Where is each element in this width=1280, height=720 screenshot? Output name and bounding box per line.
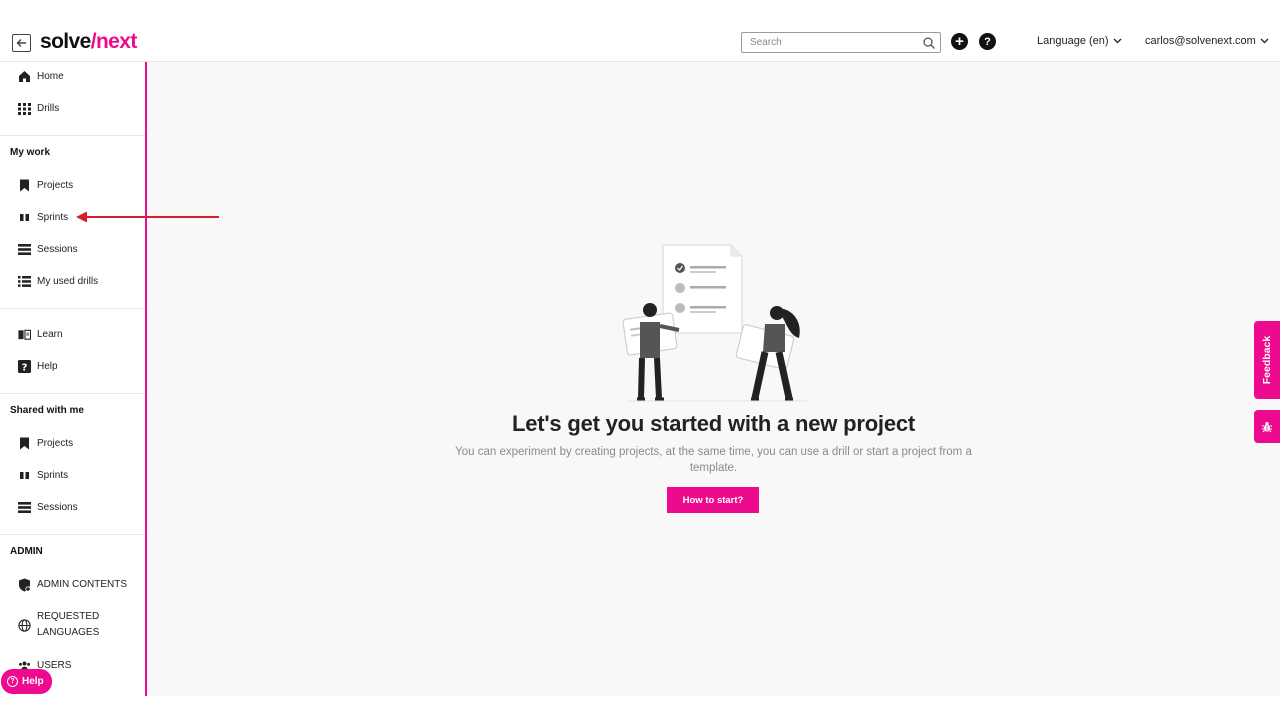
annotation-arrow xyxy=(76,211,219,223)
sidebar-item-admin-contents[interactable]: ADMIN CONTENTS xyxy=(18,578,127,592)
empty-state-subtitle: You can experiment by creating projects,… xyxy=(455,446,972,474)
how-to-start-button[interactable]: How to start? xyxy=(667,487,759,513)
sidebar-item-label: Sprints xyxy=(37,212,69,223)
sidebar-item-label: Drills xyxy=(37,103,60,114)
empty-state-illustration xyxy=(622,244,807,402)
sidebar-item-my-sprints[interactable]: Sprints xyxy=(18,211,68,224)
list-icon xyxy=(18,501,31,514)
divider xyxy=(0,308,145,309)
divider xyxy=(0,135,145,136)
sidebar-item-label: Help xyxy=(37,361,58,372)
sidebar-item-requested-languages[interactable]: REQUESTED LANGUAGES xyxy=(18,609,99,641)
bookmark-icon xyxy=(18,437,31,450)
search-input[interactable] xyxy=(750,37,920,48)
sidebar-item-label: Learn xyxy=(37,329,63,340)
help-button[interactable]: ? xyxy=(979,33,996,50)
sidebar-item-label: Projects xyxy=(37,180,74,191)
arrow-left-icon xyxy=(16,39,26,47)
logo[interactable]: solve/next xyxy=(40,30,137,54)
collapse-sidebar-button[interactable] xyxy=(12,34,31,52)
globe-icon xyxy=(18,619,31,632)
sidebar-item-label: Sessions xyxy=(37,244,78,255)
logo-solve: solve xyxy=(40,30,91,53)
question-icon: ? xyxy=(984,35,991,48)
sidebar-item-my-projects[interactable]: Projects xyxy=(18,179,73,192)
divider xyxy=(0,393,145,394)
sidebar-item-label: Sessions xyxy=(37,502,78,513)
sidebar-item-label: Sprints xyxy=(37,470,69,481)
plus-icon: + xyxy=(955,33,964,50)
search-box[interactable] xyxy=(741,32,941,53)
sidebar-item-shared-sprints[interactable]: Sprints xyxy=(18,469,68,482)
chevron-down-icon xyxy=(1113,38,1122,44)
feedback-label: Feedback xyxy=(1261,335,1274,385)
svg-text:?: ? xyxy=(22,363,28,374)
list-bullets-icon xyxy=(18,275,31,288)
empty-state-title: Let's get you started with a new project xyxy=(511,411,916,436)
language-selector[interactable]: Language (en) xyxy=(1037,35,1122,47)
account-menu[interactable]: carlos@solvenext.com xyxy=(1145,35,1269,47)
help-pill-label: Help xyxy=(22,676,44,687)
question-icon: ? xyxy=(18,360,31,373)
section-my-work: My work xyxy=(10,147,51,158)
help-floating-button[interactable]: ? Help xyxy=(1,669,52,694)
book-icon xyxy=(18,328,31,341)
columns-icon xyxy=(18,211,31,224)
sidebar-item-help[interactable]: ? Help xyxy=(18,360,58,373)
sidebar-item-shared-sessions[interactable]: Sessions xyxy=(18,501,78,514)
question-circle-icon: ? xyxy=(7,676,18,687)
sidebar-item-label: REQUESTED LANGUAGES xyxy=(37,609,99,641)
sidebar-item-my-sessions[interactable]: Sessions xyxy=(18,243,78,256)
language-label: Language (en) xyxy=(1037,35,1109,47)
sidebar-item-drills[interactable]: Drills xyxy=(18,102,59,115)
chevron-down-icon xyxy=(1260,38,1269,44)
sidebar-item-my-used-drills[interactable]: My used drills xyxy=(18,275,98,288)
account-email: carlos@solvenext.com xyxy=(1145,35,1256,47)
grid-icon xyxy=(18,102,31,115)
add-button[interactable]: + xyxy=(951,33,968,50)
label-line-1: REQUESTED xyxy=(37,611,100,622)
home-icon xyxy=(18,70,31,83)
section-shared-with-me: Shared with me xyxy=(10,405,84,416)
list-icon xyxy=(18,243,31,256)
sidebar: Home Drills My work Projects Sprints Ses… xyxy=(0,62,147,696)
report-bug-tab[interactable] xyxy=(1254,410,1280,443)
sidebar-item-learn[interactable]: Learn xyxy=(18,328,63,341)
divider xyxy=(0,534,145,535)
sidebar-item-label: Projects xyxy=(37,438,74,449)
columns-icon xyxy=(18,469,31,482)
logo-next: next xyxy=(95,30,137,53)
bug-icon xyxy=(1262,421,1272,432)
sidebar-item-shared-projects[interactable]: Projects xyxy=(18,437,73,450)
sidebar-item-label: My used drills xyxy=(37,276,99,287)
bookmark-icon xyxy=(18,179,31,192)
sidebar-item-home[interactable]: Home xyxy=(18,70,64,83)
sidebar-item-label: Home xyxy=(37,71,64,82)
app-window: solve/next + ? Language (en) carlos@solv… xyxy=(0,0,1280,720)
search-icon[interactable] xyxy=(922,36,936,50)
feedback-tab[interactable]: Feedback xyxy=(1254,321,1280,399)
section-admin: ADMIN xyxy=(10,546,43,557)
shield-icon xyxy=(18,578,31,592)
label-line-2: LANGUAGES xyxy=(37,627,100,638)
sidebar-item-label: ADMIN CONTENTS xyxy=(37,579,127,590)
main-content: Let's get you started with a new project… xyxy=(147,62,1280,696)
top-header: solve/next + ? Language (en) carlos@solv… xyxy=(0,20,1280,62)
